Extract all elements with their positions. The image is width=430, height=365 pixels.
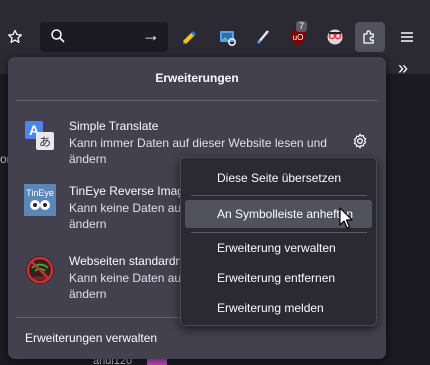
- tineye-icon: TinEye: [24, 184, 56, 216]
- gear-icon[interactable]: [352, 133, 368, 149]
- extension-name: TinEye Reverse Image: [69, 184, 191, 198]
- spy-extension-icon[interactable]: [320, 22, 350, 52]
- svg-text:www: www: [33, 276, 48, 282]
- menu-item-report-extension[interactable]: Erweiterung melden: [185, 294, 372, 322]
- simple-translate-icon: Aあ: [25, 121, 54, 150]
- svg-text:TinEye: TinEye: [26, 188, 54, 198]
- hamburger-menu-icon[interactable]: [392, 22, 422, 52]
- menu-item-manage-extension[interactable]: Erweiterung verwalten: [185, 234, 372, 262]
- go-arrow-icon[interactable]: →: [142, 25, 160, 46]
- mouse-cursor-icon: [339, 207, 353, 229]
- bookmark-star-icon[interactable]: [0, 22, 30, 52]
- svg-text:uO: uO: [293, 33, 304, 42]
- extensions-puzzle-icon[interactable]: [355, 22, 385, 52]
- pencil-extension-icon[interactable]: [174, 22, 204, 52]
- panel-title: Erweiterungen: [155, 71, 239, 85]
- menu-item-translate-page[interactable]: Diese Seite übersetzen: [185, 164, 372, 192]
- extension-context-menu: Diese Seite übersetzen An Symbolleiste a…: [180, 157, 377, 326]
- menu-separator: [191, 195, 367, 196]
- extension-badge: 7: [296, 21, 308, 32]
- pen-extension-icon[interactable]: [248, 22, 278, 52]
- image-search-extension-icon[interactable]: [212, 22, 242, 52]
- extension-name: Simple Translate: [69, 119, 159, 133]
- menu-separator: [191, 232, 367, 233]
- svg-text:あ: あ: [39, 135, 51, 149]
- search-icon: [51, 29, 65, 43]
- menu-item-remove-extension[interactable]: Erweiterung entfernen: [185, 264, 372, 292]
- webseiten-icon: www: [26, 256, 54, 284]
- overflow-chevron-icon[interactable]: »: [398, 58, 408, 79]
- url-bar[interactable]: →: [40, 22, 168, 52]
- extension-name: Webseiten standardm: [69, 254, 186, 268]
- manage-extensions-link[interactable]: Erweiterungen verwalten: [25, 331, 157, 345]
- panel-separator: [16, 100, 378, 101]
